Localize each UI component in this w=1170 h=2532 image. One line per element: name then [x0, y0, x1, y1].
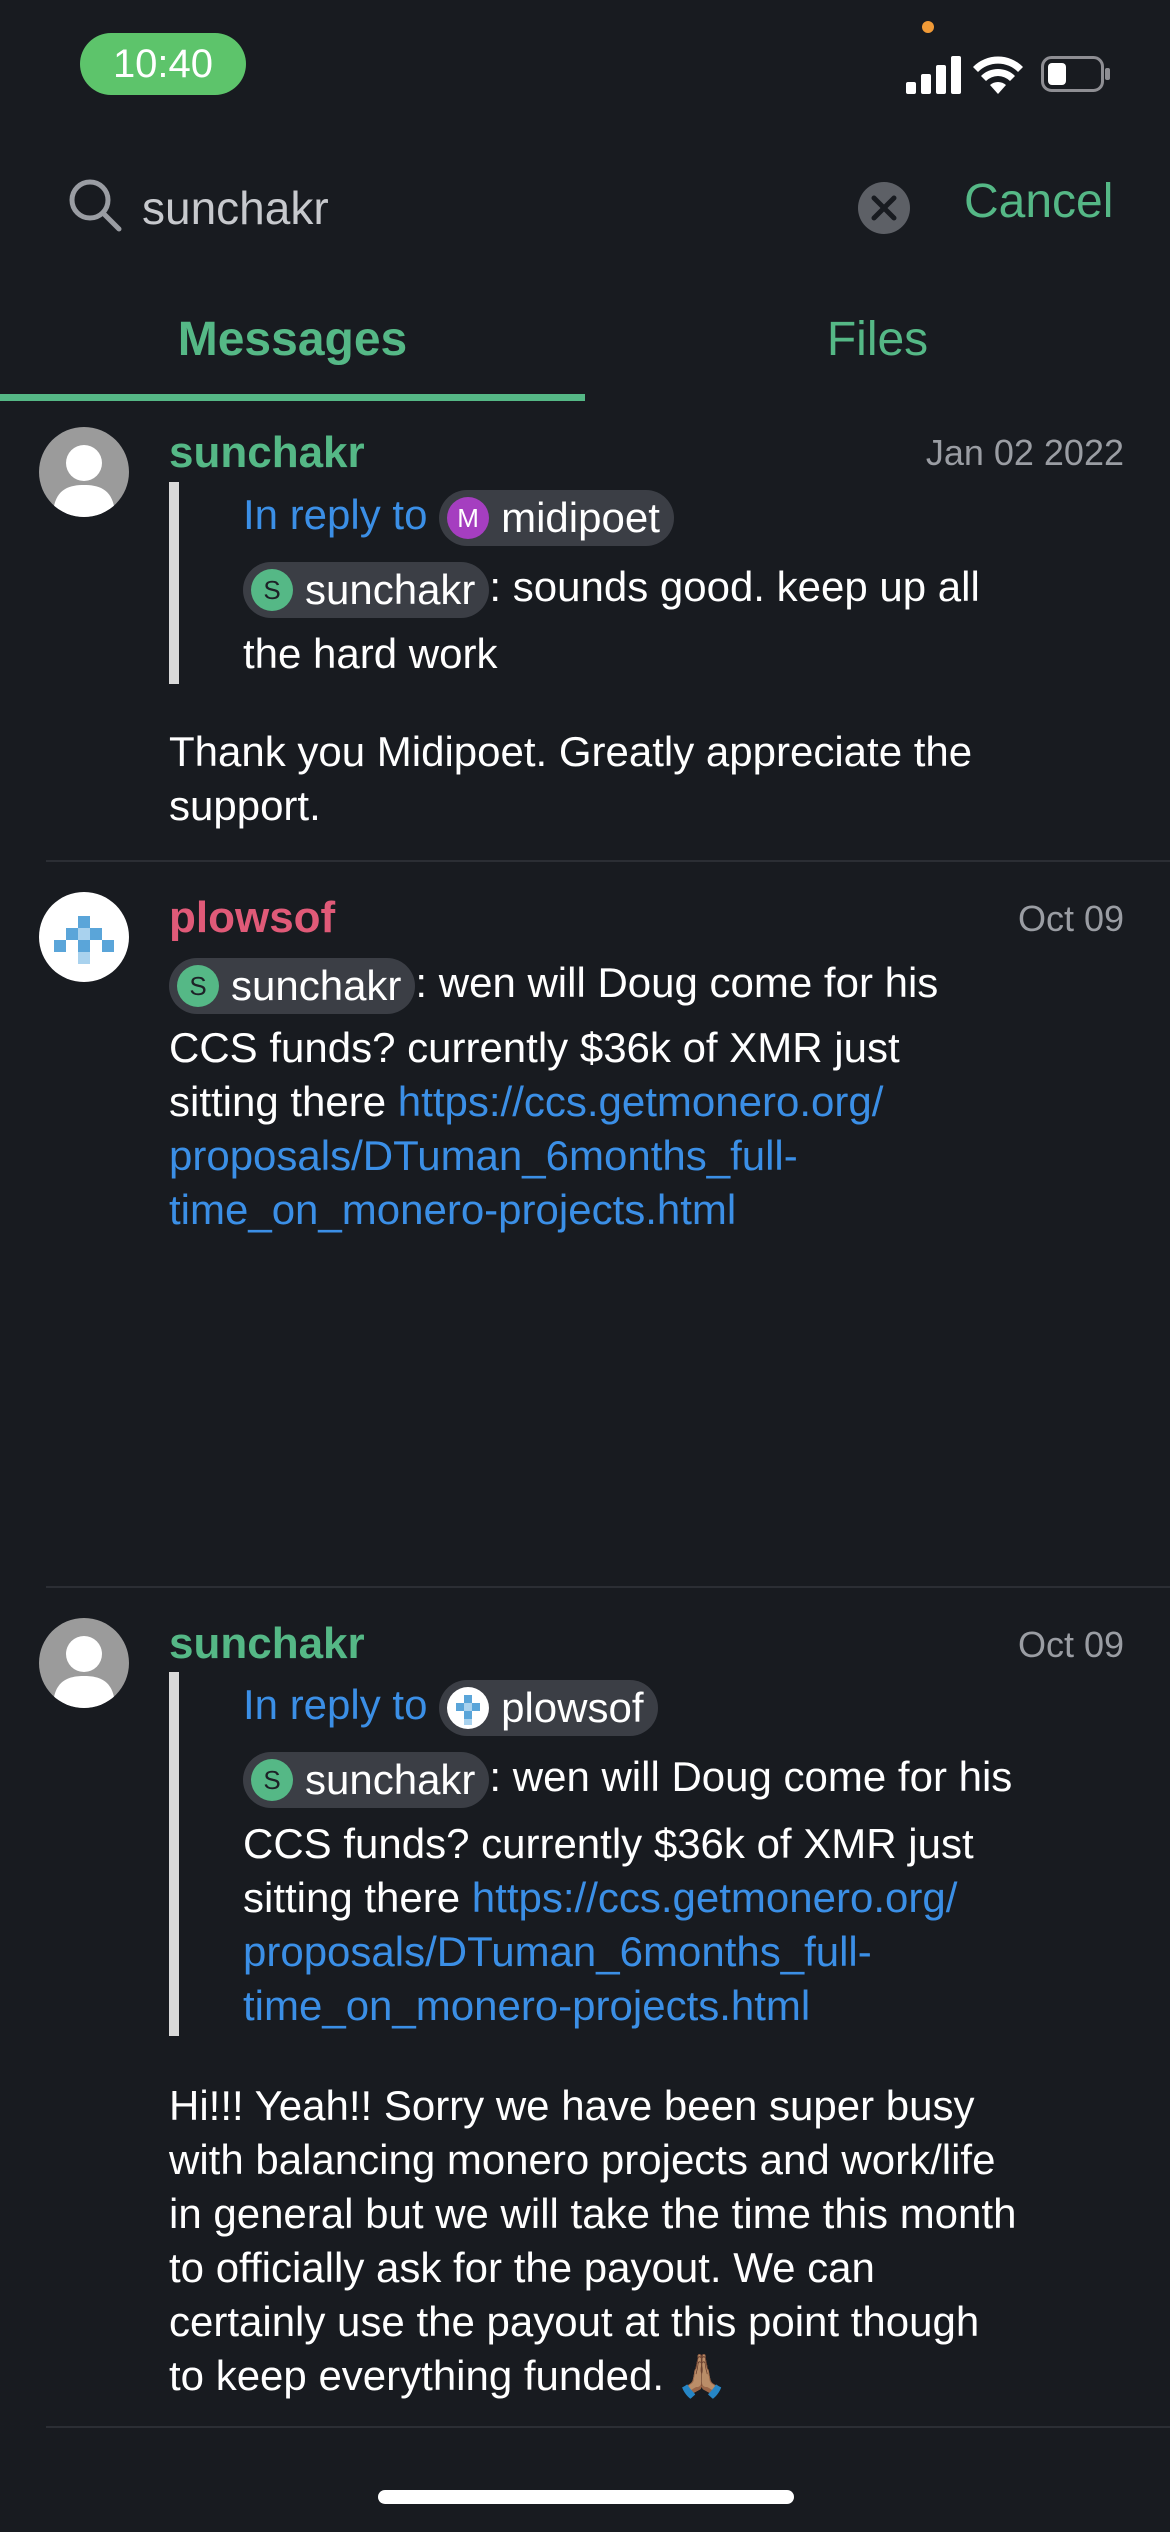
home-indicator[interactable]: [378, 2490, 794, 2504]
privacy-indicator-dot: [922, 21, 934, 33]
cancel-button[interactable]: Cancel: [964, 174, 1113, 229]
mention-pill[interactable]: Ssunchakr: [243, 1752, 490, 1808]
mention-name: sunchakr: [305, 1756, 476, 1803]
url-link[interactable]: proposals/DTuman_6months_full-: [243, 1928, 872, 1976]
user-avatar-logo: [447, 1686, 490, 1729]
mention-name: sunchakr: [305, 566, 476, 613]
message-date: Oct 09: [1017, 898, 1124, 939]
url-link[interactable]: time_on_monero-projects.html: [243, 1982, 810, 2030]
message-body: Ssunchakr: wen will Doug come for his: [169, 958, 938, 1014]
mention-avatar: S: [177, 964, 219, 1007]
avatar[interactable]: [39, 427, 129, 517]
battery-icon: [1041, 56, 1110, 92]
status-time: 10:40: [80, 33, 246, 95]
user-pill-name: plowsof: [501, 1684, 644, 1731]
reply-label: In reply to: [243, 491, 428, 539]
reply-text-line: the hard work: [243, 630, 498, 677]
sender-name[interactable]: plowsof: [169, 893, 335, 943]
message-body-line: sitting there https://ccs.getmonero.org/: [169, 1078, 883, 1126]
reply-text: Ssunchakr: sounds good. keep up all: [243, 562, 980, 618]
tab-messages[interactable]: Messages: [0, 312, 585, 367]
user-pill[interactable]: Mmidipoet: [439, 490, 674, 546]
mention-pill[interactable]: Ssunchakr: [243, 562, 490, 618]
reply-text-line: CCS funds? currently $36k of XMR just: [243, 1820, 974, 1867]
message-body-line: : wen will Doug come for his: [415, 959, 939, 1007]
message-body-line: CCS funds? currently $36k of XMR just: [169, 1024, 900, 1071]
mention-avatar: S: [251, 568, 293, 611]
avatar[interactable]: [39, 1618, 129, 1708]
reply-header[interactable]: In reply to plowsof: [243, 1680, 658, 1736]
reply-text: Ssunchakr: wen will Doug come for his: [243, 1752, 1012, 1808]
sender-name[interactable]: sunchakr: [169, 428, 365, 478]
plowsof-logo-icon: [456, 1694, 481, 1725]
avatar[interactable]: [39, 892, 129, 982]
message-body-line: to keep everything funded. 🙏🏽: [169, 2352, 728, 2399]
reply-quote-bar: [169, 482, 179, 684]
clear-search-button[interactable]: [858, 182, 910, 234]
message-divider: [46, 2426, 1170, 2428]
active-tab-indicator: [0, 394, 585, 401]
message-divider: [46, 1586, 1170, 1588]
reply-quote-bar: [169, 1672, 179, 2036]
plowsof-logo-icon: [54, 916, 114, 964]
cellular-signal-icon: [906, 56, 961, 94]
url-link[interactable]: time_on_monero-projects.html: [169, 1186, 736, 1234]
person-icon: [53, 445, 115, 517]
person-icon: [53, 1636, 115, 1708]
message-body-line: Thank you Midipoet. Greatly appreciate t…: [169, 728, 973, 775]
mention-avatar: S: [251, 1758, 293, 1801]
message-body-line: in general but we will take the time thi…: [169, 2190, 1017, 2237]
message-body-line: certainly use the payout at this point t…: [169, 2298, 980, 2345]
mention-name: sunchakr: [231, 962, 402, 1009]
close-icon: [871, 195, 897, 221]
message-text: sitting there: [169, 1078, 398, 1125]
user-pill-name: midipoet: [501, 494, 660, 541]
reply-text-line: : sounds good. keep up all: [489, 563, 980, 611]
search-icon: [69, 179, 122, 232]
user-pill[interactable]: plowsof: [439, 1680, 658, 1736]
url-link[interactable]: https://ccs.getmonero.org/: [472, 1874, 958, 1921]
search-input[interactable]: [142, 178, 842, 238]
message-body-line: Hi!!! Yeah!! Sorry we have been super bu…: [169, 2082, 975, 2129]
reply-text-line: sitting there https://ccs.getmonero.org/: [243, 1874, 957, 1922]
user-avatar: M: [447, 496, 490, 539]
sender-name[interactable]: sunchakr: [169, 1619, 365, 1669]
reply-label: In reply to: [243, 1681, 428, 1729]
message-date: Jan 02 2022: [925, 432, 1124, 473]
reply-text: sitting there: [243, 1874, 472, 1921]
url-link[interactable]: proposals/DTuman_6months_full-: [169, 1132, 798, 1180]
message-body-line: with balancing monero projects and work/…: [169, 2136, 996, 2183]
message-divider: [46, 860, 1170, 862]
tab-files[interactable]: Files: [585, 312, 1170, 367]
message-date: Oct 09: [1017, 1624, 1124, 1665]
wifi-icon: [973, 56, 1023, 94]
url-link[interactable]: https://ccs.getmonero.org/: [398, 1078, 884, 1125]
message-body-line: to officially ask for the payout. We can: [169, 2244, 875, 2291]
message-body-line: support.: [169, 782, 321, 829]
reply-header[interactable]: In reply to Mmidipoet: [243, 490, 674, 546]
mention-pill[interactable]: Ssunchakr: [169, 958, 416, 1014]
reply-text-line: : wen will Doug come for his: [489, 1753, 1013, 1801]
